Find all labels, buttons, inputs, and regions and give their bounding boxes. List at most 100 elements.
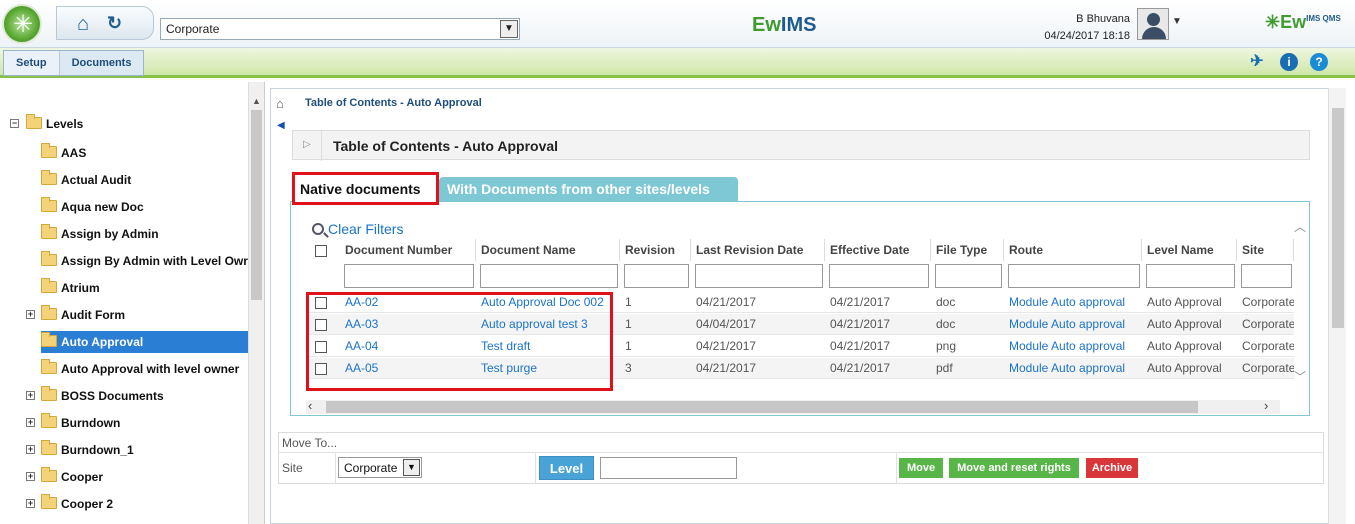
tab-native-documents[interactable]: Native documents [292,172,439,205]
table-cell-link[interactable]: Module Auto approval [1004,358,1142,378]
app-logo[interactable] [2,4,42,44]
tree-item[interactable]: AAS [41,142,86,164]
column-header[interactable]: Route [1004,239,1142,261]
tree-item[interactable]: Actual Audit [41,169,131,191]
pin-icon[interactable]: ✈ [1248,53,1266,71]
breadcrumb-home-icon[interactable]: ⌂ [276,96,284,111]
tree-item[interactable]: Cooper 2 [41,493,113,515]
tab-setup[interactable]: Setup [4,51,59,75]
level-button[interactable]: Level [539,456,594,480]
table-cell-link[interactable]: Module Auto approval [1004,292,1142,312]
tree-item-label: Burndown [61,416,121,430]
clear-filters-link[interactable]: Clear Filters [312,221,403,237]
column-filter-input[interactable] [1008,264,1140,288]
site-selector[interactable]: Corporate ▼ [160,18,520,40]
panel-title-bar: ▷ Table of Contents - Auto Approval [292,130,1310,161]
user-name: B Bhuvana [1076,13,1130,25]
table-cell: 04/21/2017 [830,339,891,353]
grid-hscroll-thumb[interactable] [326,401,1198,413]
home-icon[interactable]: ⌂ [77,13,89,36]
scroll-right-icon[interactable]: › [1264,398,1268,413]
grid-scroll-down-icon[interactable]: ﹀ [1294,368,1306,385]
column-header[interactable]: Document Name [476,239,620,261]
table-cell-link[interactable]: Module Auto approval [1004,336,1142,356]
select-all-checkbox[interactable] [315,245,327,257]
tree-item[interactable]: Assign by Admin [41,223,159,245]
column-header[interactable]: Effective Date [825,239,931,261]
scroll-left-icon[interactable]: ‹ [308,398,312,413]
tree-item-label: Cooper [61,470,103,484]
table-cell: 04/21/2017 [830,295,891,309]
column-filter-input[interactable] [695,264,823,288]
column-header[interactable]: File Type [931,239,1004,261]
tree-root-levels[interactable]: Levels [26,113,83,135]
archive-button[interactable]: Archive [1086,458,1138,478]
column-filter-input[interactable] [344,264,474,288]
avatar[interactable] [1137,8,1169,40]
move-button[interactable]: Move [899,458,943,478]
column-header[interactable]: Site [1237,239,1294,261]
refresh-icon[interactable]: ↻ [107,13,122,34]
expand-icon[interactable]: + [26,310,35,319]
move-site-select[interactable]: Corporate ▼ [338,457,422,478]
column-header[interactable]: Document Number [340,239,476,261]
tree-item[interactable]: Assign By Admin with Level Owr [41,250,248,272]
table-cell-link[interactable]: Module Auto approval [1004,314,1142,334]
center-logo-prefix: Ew [752,14,781,36]
expand-icon[interactable]: + [26,499,35,508]
center-logo: EwIMS [752,14,816,37]
nav-bar: Setup Documents ✈ i ? [0,48,1355,78]
tree-item[interactable]: Auto Approval with level owner [41,358,239,380]
tree-item-label: Levels [46,117,84,131]
column-filter-input[interactable] [935,264,1002,288]
scroll-up-icon[interactable]: ▲ [252,96,261,106]
table-cell: Corporate [1242,317,1294,331]
caret-down-icon[interactable]: ▼ [1172,16,1182,27]
column-filter-input[interactable] [624,264,689,288]
tree-item[interactable]: Cooper [41,466,103,488]
column-header[interactable]: Last Revision Date [691,239,825,261]
tree-item[interactable]: Aqua new Doc [41,196,144,218]
column-header[interactable]: Revision [620,239,691,261]
column-filter-input[interactable] [1146,264,1235,288]
grid-horizontal-scrollbar[interactable]: ‹ › [306,398,1280,414]
tree-item[interactable]: Atrium [41,277,100,299]
expand-icon[interactable]: + [26,445,35,454]
folder-icon [41,386,57,401]
main-scrollbar[interactable] [1328,88,1346,524]
sidebar-scroll-thumb[interactable] [251,110,262,300]
column-filter-input[interactable] [1241,264,1292,288]
tree-item[interactable]: BOSS Documents [41,385,164,407]
move-to-title: Move To... [282,436,338,450]
expand-arrow-icon[interactable]: ▷ [303,139,311,150]
expand-icon[interactable]: + [26,472,35,481]
column-header[interactable]: Level Name [1142,239,1237,261]
expand-icon[interactable]: + [26,418,35,427]
tab-other-sites-documents[interactable]: With Documents from other sites/levels [439,177,738,201]
tree-item[interactable]: Auto Approval [41,331,248,353]
expand-icon[interactable]: + [26,391,35,400]
tree-item[interactable]: Audit Form [41,304,125,326]
tab-documents[interactable]: Documents [58,51,144,75]
table-cell: 04/21/2017 [696,339,757,353]
level-input[interactable] [600,457,737,479]
main-scroll-thumb[interactable] [1332,108,1344,328]
chevron-down-icon[interactable]: ▼ [403,459,420,476]
table-cell: 04/21/2017 [830,361,891,375]
move-and-reset-rights-button[interactable]: Move and reset rights [949,458,1079,478]
collapse-icon[interactable]: − [10,119,19,128]
tree-item[interactable]: Burndown_1 [41,439,134,461]
column-filter-input[interactable] [829,264,929,288]
folder-icon [41,359,57,374]
tree-item-label: AAS [61,146,87,160]
help-icon[interactable]: ? [1310,53,1328,71]
tree-item-label: BOSS Documents [61,389,164,403]
tree-item[interactable]: Burndown [41,412,120,434]
info-icon[interactable]: i [1280,53,1298,71]
chevron-down-icon[interactable]: ▼ [500,20,518,38]
collapse-left-icon[interactable]: ◀ [277,120,285,131]
grid-scroll-up-icon[interactable]: ︿ [1294,218,1306,235]
sidebar-scrollbar[interactable]: ▲ [248,82,264,524]
column-filter-input[interactable] [480,264,618,288]
move-divider [278,452,1324,453]
